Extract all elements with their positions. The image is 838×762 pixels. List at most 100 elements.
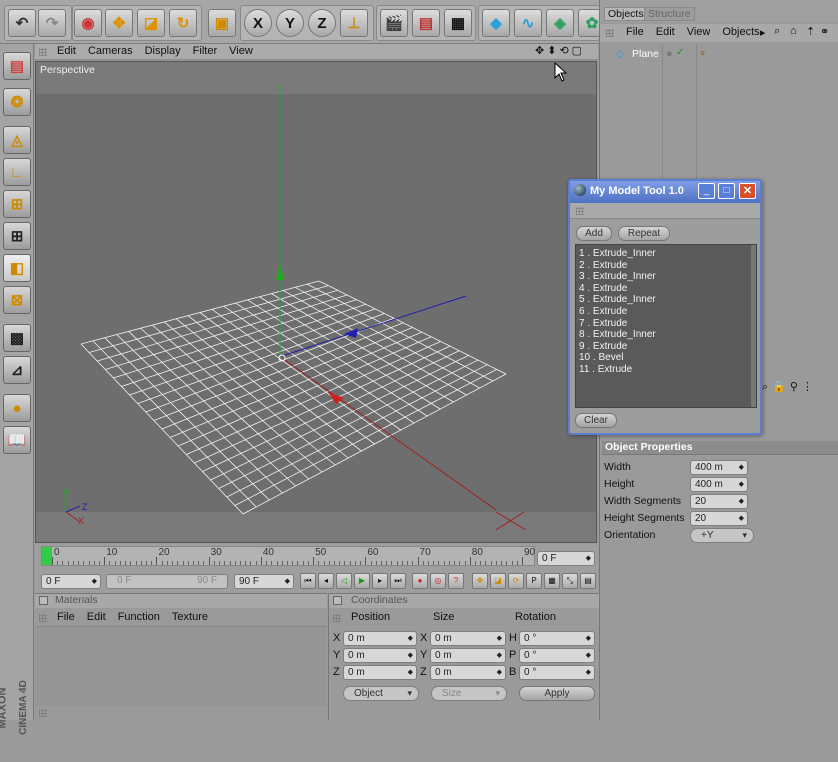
objects-menu-edit[interactable]: Edit xyxy=(656,26,675,38)
history-item[interactable]: 2 . Extrude xyxy=(576,260,756,272)
texture-mode-icon[interactable]: ⊠ xyxy=(3,286,31,314)
prev-key-icon[interactable]: ◂ xyxy=(318,573,334,589)
pos-z-field[interactable]: 0 m xyxy=(343,665,417,680)
tab-structure[interactable]: Structure xyxy=(644,7,695,21)
history-item[interactable]: 10 . Bevel xyxy=(576,352,756,364)
cube-icon[interactable]: ◆ xyxy=(482,9,510,37)
viewport[interactable]: Perspective Z X Y xyxy=(35,61,597,543)
move-tool-icon[interactable]: ✥ xyxy=(105,9,133,37)
timeline-ruler[interactable]: 0 10 20 30 40 50 60 70 80 90 xyxy=(41,546,535,566)
play-backward-icon[interactable]: ◁ xyxy=(336,573,352,589)
object-axis-icon[interactable]: ∟ xyxy=(3,158,31,186)
next-key-icon[interactable]: ▸ xyxy=(372,573,388,589)
move-view-icon[interactable]: ✥ xyxy=(535,45,547,57)
max-time-field[interactable]: 90 F xyxy=(234,574,294,589)
sculpt-icon[interactable]: ● xyxy=(3,394,31,422)
autokey-icon[interactable]: ◎ xyxy=(430,573,446,589)
objects-menu-file[interactable]: File xyxy=(626,26,644,38)
materials-menu-file[interactable]: File xyxy=(57,611,75,623)
clear-button[interactable]: Clear xyxy=(575,413,617,428)
object-row-plane[interactable]: ⬦ Plane ● ✓ ⚬ xyxy=(604,46,836,62)
rot-p-field[interactable]: 0 ° xyxy=(519,648,595,663)
link-icon[interactable]: ⚭ xyxy=(820,25,829,38)
tool-window-titlebar[interactable]: My Model Tool 1.0 _ □ ✕ xyxy=(570,181,760,203)
play-forward-icon[interactable]: ▶ xyxy=(354,573,370,589)
material-tag-icon[interactable]: ⚬ xyxy=(698,47,707,60)
param-key-icon[interactable]: P xyxy=(526,573,542,589)
make-editable-icon[interactable]: ❂ xyxy=(3,88,31,116)
materials-menu-texture[interactable]: Texture xyxy=(172,611,208,623)
goto-start-icon[interactable]: ⏮ xyxy=(300,573,316,589)
enable-check-icon[interactable]: ✓ xyxy=(676,47,684,58)
rot-b-field[interactable]: 0 ° xyxy=(519,665,595,680)
attr-more-icon[interactable]: ⋮ xyxy=(802,381,817,393)
history-item[interactable]: 4 . Extrude xyxy=(576,283,756,295)
maximize-view-icon[interactable]: ▢ xyxy=(572,45,585,57)
interpolation-icon[interactable]: ⤡ xyxy=(562,573,578,589)
size-mode-dropdown[interactable]: Size xyxy=(431,686,507,701)
render-view-icon[interactable]: 🎬 xyxy=(380,9,408,37)
history-item[interactable]: 9 . Extrude xyxy=(576,341,756,353)
maximize-button[interactable]: □ xyxy=(718,183,735,199)
viewport-menu-display[interactable]: Display xyxy=(145,45,181,57)
timeline-options-icon[interactable]: ▤ xyxy=(580,573,596,589)
points-mode-icon[interactable]: ⊞ xyxy=(3,190,31,218)
scale-tool-icon[interactable]: ◪ xyxy=(137,9,165,37)
enable-snap-icon[interactable]: ▩ xyxy=(3,324,31,352)
workplane-icon[interactable]: ⊿ xyxy=(3,356,31,384)
rot-h-field[interactable]: 0 ° xyxy=(519,631,595,646)
live-selection-icon[interactable]: ▣ xyxy=(208,9,236,37)
spline-icon[interactable]: ∿ xyxy=(514,9,542,37)
preview-range-slider[interactable]: 0 F 90 F xyxy=(106,574,228,589)
materials-close-icon[interactable] xyxy=(39,596,48,605)
select-tool-icon[interactable]: ◉ xyxy=(74,9,102,37)
record-icon[interactable]: ● xyxy=(412,573,428,589)
materials-menu-edit[interactable]: Edit xyxy=(87,611,106,623)
keyframe-selection-icon[interactable]: ? xyxy=(448,573,464,589)
search-icon[interactable]: ⌕ xyxy=(774,25,780,38)
position-key-icon[interactable]: ✥ xyxy=(472,573,488,589)
edges-mode-icon[interactable]: ⊞ xyxy=(3,222,31,250)
history-item[interactable]: 5 . Extrude_Inner xyxy=(576,294,756,306)
history-item[interactable]: 11 . Extrude xyxy=(576,364,756,376)
y-axis-button[interactable]: Y xyxy=(276,9,304,37)
model-mode-icon[interactable]: ◬ xyxy=(3,126,31,154)
current-frame-field[interactable]: 0 F xyxy=(537,551,595,566)
history-item[interactable]: 6 . Extrude xyxy=(576,306,756,318)
width-field[interactable]: 400 m xyxy=(690,460,748,475)
nurbs-icon[interactable]: ◈ xyxy=(546,9,574,37)
width-segments-field[interactable]: 20 xyxy=(690,494,748,509)
home-icon[interactable]: ⌂ xyxy=(790,25,797,37)
timeline-playhead[interactable] xyxy=(42,547,52,565)
size-y-field[interactable]: 0 m xyxy=(430,648,506,663)
history-item[interactable]: 7 . Extrude xyxy=(576,318,756,330)
up-arrow-icon[interactable]: ⇡ xyxy=(806,25,815,38)
size-x-field[interactable]: 0 m xyxy=(430,631,506,646)
materials-menu-function[interactable]: Function xyxy=(118,611,160,623)
repeat-button[interactable]: Repeat xyxy=(618,226,670,241)
scale-key-icon[interactable]: ◪ xyxy=(490,573,506,589)
viewport-menu-cameras[interactable]: Cameras xyxy=(88,45,133,57)
minimize-button[interactable]: _ xyxy=(698,183,715,199)
menu-overflow-icon[interactable]: ▸ xyxy=(760,26,766,39)
pos-y-field[interactable]: 0 m xyxy=(343,648,417,663)
coordinate-system-icon[interactable]: ⊥ xyxy=(340,9,368,37)
attr-link-icon[interactable]: ⚲ xyxy=(790,381,802,393)
render-settings-icon[interactable]: ▦ xyxy=(444,9,472,37)
history-item[interactable]: 1 . Extrude_Inner xyxy=(576,248,756,260)
viewport-menu-view[interactable]: View xyxy=(229,45,253,57)
min-time-field[interactable]: 0 F xyxy=(41,574,101,589)
polygons-mode-icon[interactable]: ◧ xyxy=(3,254,31,282)
pla-key-icon[interactable]: ▦ xyxy=(544,573,560,589)
viewport-menu-edit[interactable]: Edit xyxy=(57,45,76,57)
pos-x-field[interactable]: 0 m xyxy=(343,631,417,646)
z-axis-button[interactable]: Z xyxy=(308,9,336,37)
zoom-view-icon[interactable]: ⬍ xyxy=(547,45,559,57)
attr-search-icon[interactable]: ⌕ xyxy=(762,381,772,393)
history-item[interactable]: 8 . Extrude_Inner xyxy=(576,329,756,341)
height-field[interactable]: 400 m xyxy=(690,477,748,492)
objects-menu-objects[interactable]: Objects xyxy=(722,26,759,38)
objects-menu-view[interactable]: View xyxy=(687,26,711,38)
materials-area[interactable] xyxy=(35,626,327,706)
size-z-field[interactable]: 0 m xyxy=(430,665,506,680)
